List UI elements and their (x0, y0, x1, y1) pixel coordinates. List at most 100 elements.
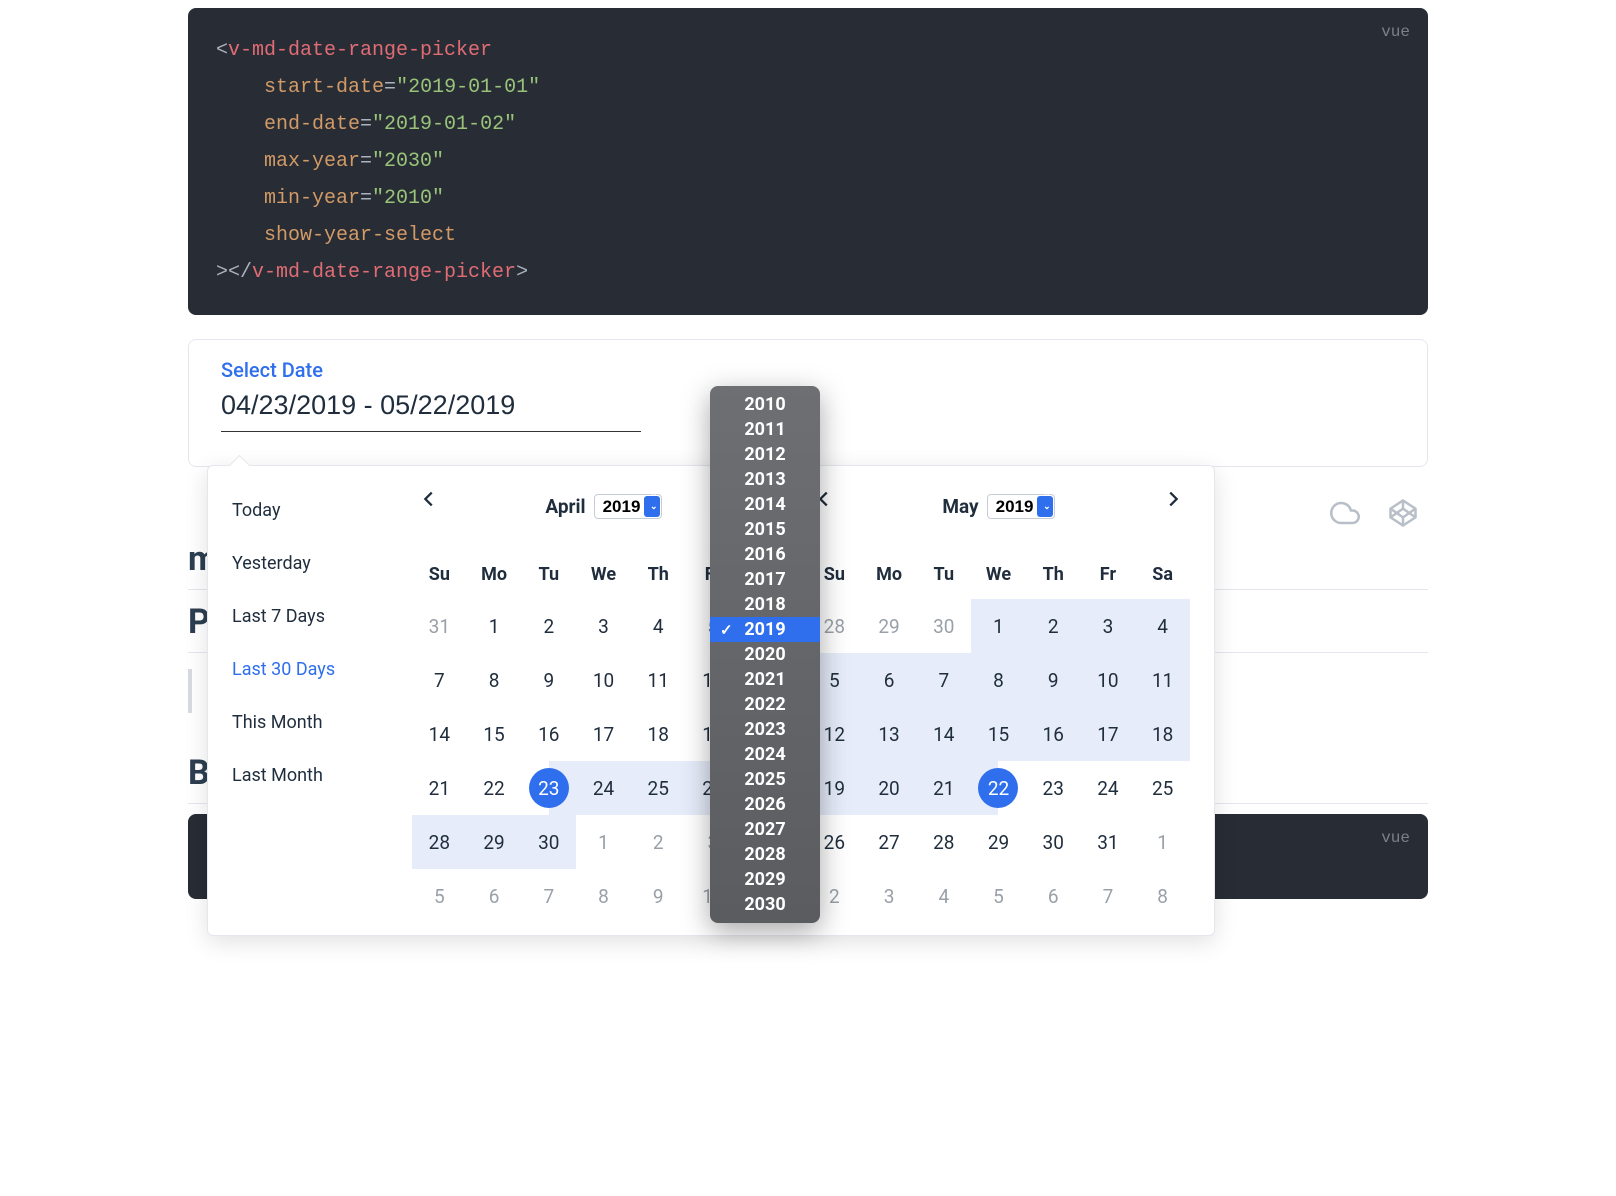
calendar-day[interactable]: 5 (971, 869, 1026, 923)
year-option[interactable]: 2027 (710, 817, 820, 842)
calendar-day[interactable]: 31 (1081, 815, 1136, 869)
calendar-day[interactable]: 16 (521, 707, 576, 761)
year-select[interactable]: 2019 (594, 494, 662, 519)
year-dropdown[interactable]: 2010201120122013201420152016201720182019… (710, 386, 820, 923)
calendar-day[interactable]: 8 (576, 869, 631, 923)
calendar-day[interactable]: 8 (467, 653, 522, 707)
year-select[interactable]: 2019 (987, 494, 1055, 519)
calendar-day[interactable]: 23 (1026, 761, 1081, 815)
calendar-day[interactable]: 21 (412, 761, 467, 815)
year-option[interactable]: 2016 (710, 542, 820, 567)
preset-item[interactable]: This Month (226, 696, 398, 749)
calendar-day[interactable]: 17 (576, 707, 631, 761)
preset-item[interactable]: Yesterday (226, 537, 398, 590)
calendar-day[interactable]: 29 (862, 599, 917, 653)
calendar-day[interactable]: 8 (971, 653, 1026, 707)
calendar-day[interactable]: 2 (1026, 599, 1081, 653)
preset-item[interactable]: Last 30 Days (226, 643, 398, 696)
date-range-input[interactable] (221, 384, 641, 432)
calendar-day[interactable]: 17 (1081, 707, 1136, 761)
year-option[interactable]: 2015 (710, 517, 820, 542)
year-option[interactable]: 2014 (710, 492, 820, 517)
calendar-day[interactable]: 15 (971, 707, 1026, 761)
calendar-day[interactable]: 2 (521, 599, 576, 653)
year-option[interactable]: 2013 (710, 467, 820, 492)
preset-item[interactable]: Last 7 Days (226, 590, 398, 643)
calendar-day[interactable]: 10 (576, 653, 631, 707)
calendar-day[interactable]: 25 (1135, 761, 1190, 815)
year-option[interactable]: 2024 (710, 742, 820, 767)
calendar-day[interactable]: 6 (467, 869, 522, 923)
calendar-day[interactable]: 9 (1026, 653, 1081, 707)
year-option[interactable]: 2018 (710, 592, 820, 617)
preset-item[interactable]: Today (226, 484, 398, 537)
calendar-day[interactable]: 29 (971, 815, 1026, 869)
calendar-day[interactable]: 22 (971, 761, 1026, 815)
calendar-day[interactable]: 14 (916, 707, 971, 761)
calendar-day[interactable]: 25 (631, 761, 686, 815)
calendar-day[interactable]: 3 (576, 599, 631, 653)
year-option[interactable]: 2012 (710, 442, 820, 467)
calendar-day[interactable]: 13 (862, 707, 917, 761)
calendar-day[interactable]: 6 (1026, 869, 1081, 923)
calendar-day[interactable]: 1 (467, 599, 522, 653)
preset-item[interactable]: Last Month (226, 749, 398, 802)
year-option[interactable]: 2028 (710, 842, 820, 867)
calendar-day[interactable]: 21 (916, 761, 971, 815)
year-option[interactable]: 2023 (710, 717, 820, 742)
calendar-day[interactable]: 16 (1026, 707, 1081, 761)
year-option[interactable]: 2011 (710, 417, 820, 442)
calendar-day[interactable]: 1 (1135, 815, 1190, 869)
calendar-day[interactable]: 18 (631, 707, 686, 761)
codepen-icon[interactable] (1388, 498, 1418, 532)
calendar-day[interactable]: 2 (631, 815, 686, 869)
calendar-day[interactable]: 3 (1081, 599, 1136, 653)
calendar-day[interactable]: 23 (521, 761, 576, 815)
calendar-day[interactable]: 3 (862, 869, 917, 923)
year-option[interactable]: 2026 (710, 792, 820, 817)
prev-month-button[interactable] (418, 488, 440, 514)
calendar-day[interactable]: 9 (521, 653, 576, 707)
calendar-day[interactable]: 20 (862, 761, 917, 815)
next-month-button[interactable] (1162, 488, 1184, 514)
calendar-day[interactable]: 30 (1026, 815, 1081, 869)
calendar-day[interactable]: 18 (1135, 707, 1190, 761)
calendar-day[interactable]: 30 (916, 599, 971, 653)
calendar-day[interactable]: 1 (971, 599, 1026, 653)
calendar-day[interactable]: 4 (1135, 599, 1190, 653)
year-option[interactable]: 2029 (710, 867, 820, 892)
year-option[interactable]: 2022 (710, 692, 820, 717)
calendar-day[interactable]: 10 (1081, 653, 1136, 707)
calendar-day[interactable]: 14 (412, 707, 467, 761)
calendar-day[interactable]: 15 (467, 707, 522, 761)
calendar-day[interactable]: 11 (631, 653, 686, 707)
calendar-day[interactable]: 28 (916, 815, 971, 869)
calendar-day[interactable]: 4 (631, 599, 686, 653)
year-option[interactable]: 2021 (710, 667, 820, 692)
calendar-day[interactable]: 31 (412, 599, 467, 653)
calendar-day[interactable]: 7 (1081, 869, 1136, 923)
year-option[interactable]: 2025 (710, 767, 820, 792)
calendar-day[interactable]: 4 (916, 869, 971, 923)
calendar-day[interactable]: 11 (1135, 653, 1190, 707)
calendar-day[interactable]: 27 (862, 815, 917, 869)
year-option[interactable]: 2019 (710, 617, 820, 642)
calendar-day[interactable]: 30 (521, 815, 576, 869)
year-option[interactable]: 2030 (710, 892, 820, 917)
calendar-day[interactable]: 7 (916, 653, 971, 707)
calendar-day[interactable]: 28 (412, 815, 467, 869)
year-option[interactable]: 2017 (710, 567, 820, 592)
calendar-day[interactable]: 24 (1081, 761, 1136, 815)
calendar-day[interactable]: 24 (576, 761, 631, 815)
calendar-day[interactable]: 29 (467, 815, 522, 869)
calendar-day[interactable]: 9 (631, 869, 686, 923)
calendar-day[interactable]: 1 (576, 815, 631, 869)
year-option[interactable]: 2010 (710, 392, 820, 417)
calendar-day[interactable]: 5 (412, 869, 467, 923)
cloud-icon[interactable] (1330, 498, 1360, 532)
calendar-day[interactable]: 7 (521, 869, 576, 923)
calendar-day[interactable]: 22 (467, 761, 522, 815)
calendar-day[interactable]: 7 (412, 653, 467, 707)
year-option[interactable]: 2020 (710, 642, 820, 667)
calendar-day[interactable]: 6 (862, 653, 917, 707)
